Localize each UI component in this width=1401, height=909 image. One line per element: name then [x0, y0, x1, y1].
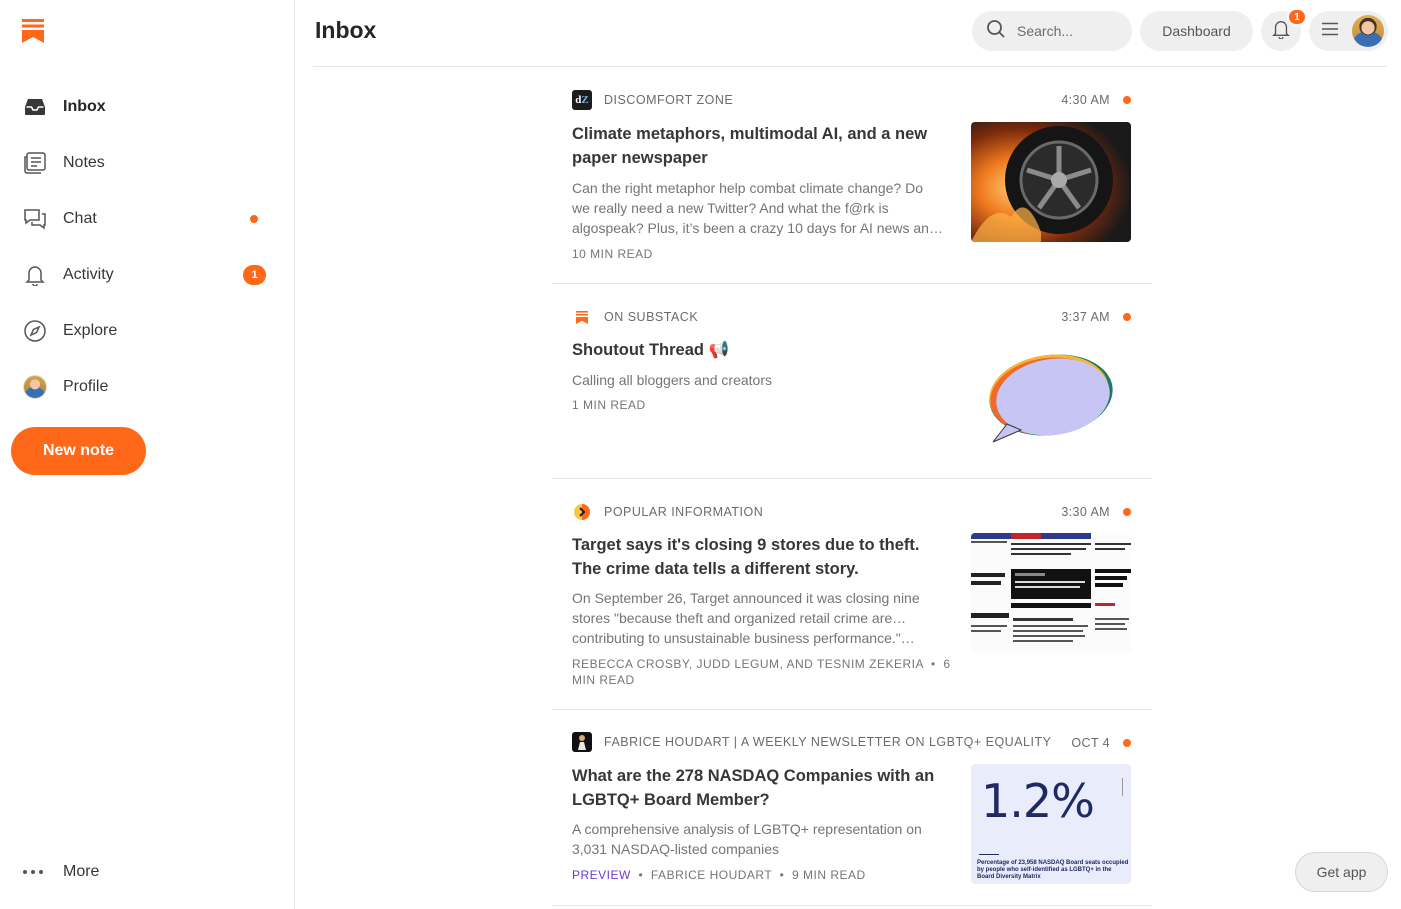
image-caption: Percentage of 23,958 NASDAQ Board seats …: [977, 860, 1129, 880]
unread-dot: [1123, 96, 1131, 104]
preview-label: PREVIEW: [572, 868, 631, 882]
sidebar-item-activity[interactable]: Activity 1: [0, 247, 294, 303]
news-collage-image[interactable]: [971, 533, 1131, 653]
activity-count-badge: 1: [243, 265, 266, 285]
unread-dot: [1123, 313, 1131, 321]
post-read-time: 1 MIN READ: [572, 398, 646, 412]
image-stat: 1.2%: [981, 774, 1095, 828]
publication-logo-icon: [572, 732, 592, 752]
post-meta: FABRICE HOUDART | A WEEKLY NEWSLETTER ON…: [572, 732, 1051, 752]
post-author[interactable]: FABRICE HOUDART: [651, 868, 772, 882]
sidebar-item-profile[interactable]: Profile: [0, 359, 294, 415]
publication-logo-icon: [572, 502, 592, 522]
notification-badge: 1: [1287, 8, 1307, 26]
new-note-button[interactable]: New note: [11, 427, 146, 475]
divider-line: [1122, 778, 1123, 796]
divider-line: [979, 854, 999, 855]
sidebar-item-chat[interactable]: Chat: [0, 191, 294, 247]
substack-logo-icon: [572, 307, 592, 327]
post-time: OCT 4: [1071, 736, 1110, 750]
dashboard-button[interactable]: Dashboard: [1140, 11, 1253, 51]
substack-logo[interactable]: [22, 19, 44, 43]
unread-dot: [1123, 739, 1131, 747]
sidebar-item-label: Explore: [63, 322, 118, 339]
sidebar-item-label: Notes: [63, 154, 105, 171]
post-title[interactable]: Climate metaphors, multimodal AI, and a …: [572, 122, 944, 170]
publication-name[interactable]: FABRICE HOUDART | A WEEKLY NEWSLETTER ON…: [604, 735, 1051, 749]
post-authors[interactable]: REBECCA CROSBY, JUDD LEGUM, AND TESNIM Z…: [572, 657, 923, 671]
post-card[interactable]: ON SUBSTACK 3:37 AM Shoutout Thread 📢 Ca…: [552, 284, 1152, 479]
more-label: More: [63, 863, 100, 880]
post-time: 3:37 AM: [1061, 310, 1110, 324]
search-icon: [986, 19, 1006, 44]
burning-wheel-image[interactable]: [971, 122, 1131, 242]
lgbtq-stat-image[interactable]: 1.2% Percentage of 23,958 NASDAQ Board s…: [971, 764, 1131, 884]
inbox-icon: [23, 95, 47, 119]
post-title[interactable]: Shoutout Thread 📢: [572, 338, 944, 362]
sidebar-nav: Inbox Notes Chat Activity 1 Explore Prof…: [0, 79, 294, 415]
hamburger-icon: [1321, 22, 1339, 41]
publication-name[interactable]: ON SUBSTACK: [604, 310, 698, 324]
post-read-time: 9 MIN READ: [792, 868, 866, 882]
post-footer: PREVIEW • FABRICE HOUDART • 9 MIN READ: [572, 867, 952, 883]
sidebar: Inbox Notes Chat Activity 1 Explore Prof…: [0, 0, 295, 909]
unread-dot: [1123, 508, 1131, 516]
post-meta: dZ DISCOMFORT ZONE: [572, 90, 733, 110]
speech-bubble-image[interactable]: [971, 338, 1131, 458]
search-box[interactable]: [972, 11, 1132, 51]
publication-logo-icon: dZ: [572, 90, 592, 110]
top-header: Inbox Dashboard 1: [313, 0, 1388, 67]
search-input[interactable]: [1017, 23, 1127, 39]
post-meta: POPULAR INFORMATION: [572, 502, 763, 522]
avatar: [1352, 15, 1384, 47]
account-menu-button[interactable]: [1309, 11, 1388, 51]
avatar: [23, 375, 47, 399]
post-time: 4:30 AM: [1061, 93, 1110, 107]
chat-icon: [23, 207, 47, 231]
separator-dot: •: [927, 657, 944, 671]
bell-icon: [23, 263, 47, 287]
get-app-button[interactable]: Get app: [1295, 852, 1388, 892]
sidebar-item-label: Chat: [63, 210, 97, 227]
post-subtitle: Can the right metaphor help combat clima…: [572, 180, 943, 236]
separator-dot: •: [634, 868, 651, 882]
page-title: Inbox: [315, 17, 377, 43]
post-card[interactable]: FABRICE HOUDART | A WEEKLY NEWSLETTER ON…: [552, 710, 1152, 906]
sidebar-item-label: Activity: [63, 266, 114, 283]
sidebar-item-label: Profile: [63, 378, 109, 395]
post-subtitle: A comprehensive analysis of LGBTQ+ repre…: [572, 821, 922, 857]
sidebar-item-notes[interactable]: Notes: [0, 135, 294, 191]
post-read-time: 10 MIN READ: [572, 247, 653, 261]
more-menu-button[interactable]: More: [23, 858, 99, 886]
post-footer: REBECCA CROSBY, JUDD LEGUM, AND TESNIM Z…: [572, 656, 952, 688]
post-card[interactable]: POPULAR INFORMATION 3:30 AM Target says …: [552, 479, 1152, 710]
post-subtitle: Calling all bloggers and creators: [572, 372, 772, 388]
publication-name[interactable]: DISCOMFORT ZONE: [604, 93, 733, 107]
sidebar-item-explore[interactable]: Explore: [0, 303, 294, 359]
unread-dot: [250, 215, 258, 223]
sidebar-item-inbox[interactable]: Inbox: [0, 79, 294, 135]
post-time: 3:30 AM: [1061, 505, 1110, 519]
compass-icon: [23, 319, 47, 343]
sidebar-item-label: Inbox: [63, 98, 106, 115]
more-dots-icon: [23, 870, 47, 874]
post-meta: ON SUBSTACK: [572, 307, 698, 327]
notes-icon: [23, 151, 47, 175]
post-title[interactable]: Target says it's closing 9 stores due to…: [572, 533, 944, 581]
publication-name[interactable]: POPULAR INFORMATION: [604, 505, 763, 519]
post-title[interactable]: What are the 278 NASDAQ Companies with a…: [572, 764, 944, 812]
inbox-feed: dZ DISCOMFORT ZONE 4:30 AM Climate metap…: [552, 67, 1152, 906]
post-subtitle: On September 26, Target announced it was…: [572, 590, 920, 646]
separator-dot: •: [775, 868, 793, 882]
post-card[interactable]: dZ DISCOMFORT ZONE 4:30 AM Climate metap…: [552, 67, 1152, 284]
